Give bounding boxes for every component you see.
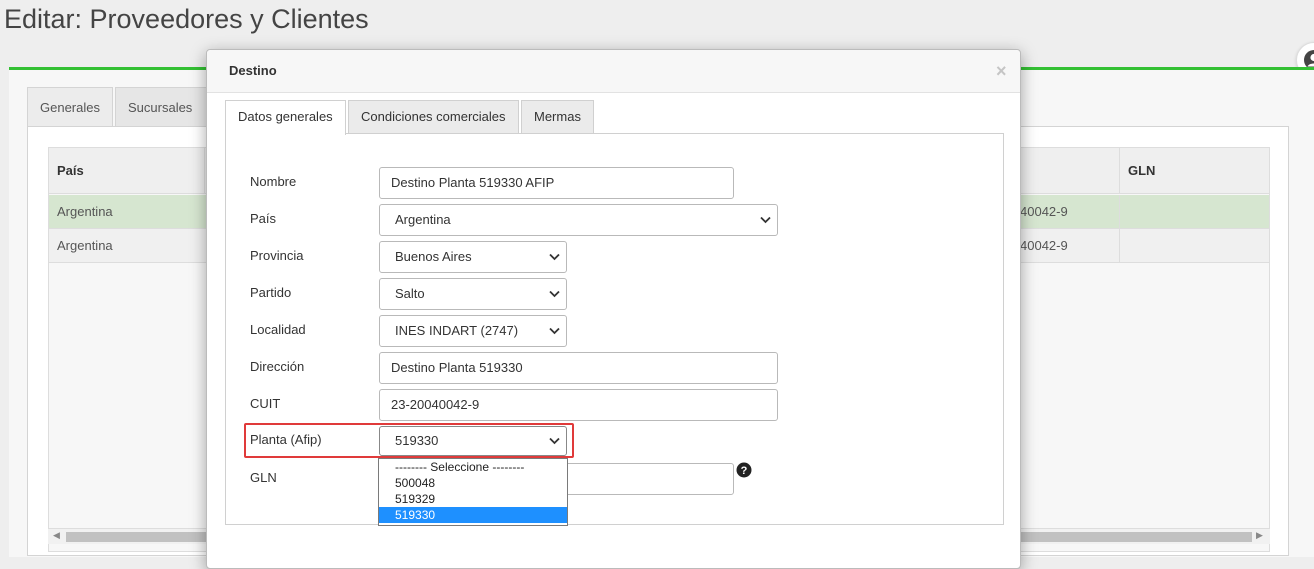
tab-mermas[interactable]: Mermas xyxy=(521,100,594,134)
chevron-down-icon xyxy=(760,216,771,224)
dropdown-option-selected[interactable]: 519330 xyxy=(379,507,567,523)
dropdown-option[interactable]: -------- Seleccione -------- xyxy=(379,459,567,475)
label-gln: GLN xyxy=(250,470,277,485)
column-header-pais[interactable]: País xyxy=(49,148,204,194)
label-provincia: Provincia xyxy=(250,248,304,263)
label-pais: País xyxy=(250,211,277,226)
chevron-down-icon xyxy=(549,327,560,335)
tab-sucursales[interactable]: Sucursales xyxy=(115,87,209,127)
cell-gln xyxy=(1119,195,1269,229)
scroll-left-icon[interactable]: ◀ xyxy=(53,530,60,541)
tab-generales[interactable]: Generales xyxy=(27,87,113,127)
provincia-select[interactable]: Buenos Aires xyxy=(379,241,567,273)
destino-modal: Destino × Datos generales Condiciones co… xyxy=(206,49,1021,569)
cuit-input[interactable]: 23-20040042-9 xyxy=(379,389,778,421)
label-nombre: Nombre xyxy=(250,174,297,189)
modal-title: Destino xyxy=(229,63,277,78)
label-cuit: CUIT xyxy=(250,396,281,411)
cell-pais: Argentina xyxy=(57,238,113,253)
direccion-input[interactable]: Destino Planta 519330 xyxy=(379,352,778,384)
dropdown-option[interactable]: 500048 xyxy=(379,475,567,491)
column-header-gln[interactable]: GLN xyxy=(1119,148,1269,194)
help-icon[interactable]: ? xyxy=(736,462,752,478)
tab-condiciones-comerciales[interactable]: Condiciones comerciales xyxy=(348,100,519,134)
pais-select-value: Argentina xyxy=(395,212,451,227)
highlight-box xyxy=(244,423,574,458)
localidad-select-value: INES INDART (2747) xyxy=(395,323,519,338)
partido-select[interactable]: Salto xyxy=(379,278,567,310)
tab-datos-generales[interactable]: Datos generales xyxy=(225,100,346,135)
page-title: Editar: Proveedores y Clientes xyxy=(4,4,369,34)
label-direccion: Dirección xyxy=(250,359,305,374)
scroll-right-icon[interactable]: ▶ xyxy=(1256,530,1263,541)
cell-pais: Argentina xyxy=(57,204,113,219)
label-partido: Partido xyxy=(250,285,292,300)
cell-gln xyxy=(1119,229,1269,263)
planta-afip-dropdown[interactable]: -------- Seleccione -------- 500048 5193… xyxy=(378,458,568,526)
chevron-down-icon xyxy=(549,290,560,298)
partido-select-value: Salto xyxy=(395,286,425,301)
dropdown-option[interactable]: 519329 xyxy=(379,491,567,507)
nombre-input[interactable]: Destino Planta 519330 AFIP xyxy=(379,167,734,199)
modal-header: Destino × xyxy=(207,50,1020,93)
provincia-select-value: Buenos Aires xyxy=(395,249,472,264)
localidad-select[interactable]: INES INDART (2747) xyxy=(379,315,567,347)
label-localidad: Localidad xyxy=(250,322,306,337)
chevron-down-icon xyxy=(549,253,560,261)
close-icon[interactable]: × xyxy=(996,61,1007,82)
pais-select[interactable]: Argentina xyxy=(379,204,778,236)
svg-text:?: ? xyxy=(741,465,748,477)
